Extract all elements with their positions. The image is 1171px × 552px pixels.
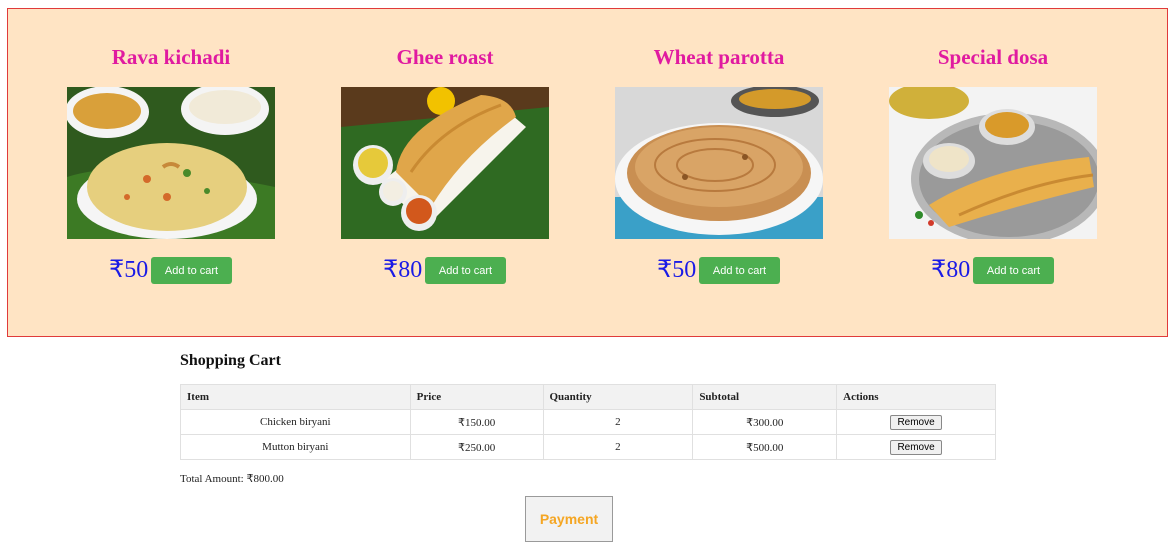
cell-price: ₹250.00 xyxy=(409,434,544,460)
total-amount: Total Amount: ₹800.00 xyxy=(180,473,284,485)
add-to-cart-button[interactable]: Add to cart xyxy=(425,257,506,284)
cart-title: Shopping Cart xyxy=(180,352,281,369)
price-row: ₹80 Add to cart xyxy=(889,256,1097,286)
price-label: ₹50 xyxy=(657,257,697,283)
cell-actions: Remove xyxy=(836,409,996,435)
column-header-price: Price xyxy=(409,384,544,410)
price-row: ₹50 Add to cart xyxy=(67,256,275,286)
column-header-subtotal: Subtotal xyxy=(692,384,838,410)
table-header-row: Item Price Quantity Subtotal Actions xyxy=(180,384,996,410)
column-header-item: Item xyxy=(180,384,411,410)
menu-item-title: Special dosa xyxy=(937,45,1049,69)
cell-item: Chicken biryani xyxy=(180,409,411,435)
ghee-roast-photo xyxy=(341,87,549,239)
shopping-cart-section: Shopping Cart Item Price Quantity Subtot… xyxy=(180,352,996,485)
price-label: ₹80 xyxy=(383,257,423,283)
menu-item-title: Ghee roast xyxy=(396,45,494,69)
cart-table: Item Price Quantity Subtotal Actions Chi… xyxy=(180,384,996,460)
price-label: ₹80 xyxy=(931,257,971,283)
menu-item-title: Wheat parotta xyxy=(653,45,785,69)
table-row: Chicken biryani ₹150.00 2 ₹300.00 Remove xyxy=(180,409,996,435)
cell-quantity: 2 xyxy=(542,409,694,435)
cell-price: ₹150.00 xyxy=(409,409,544,435)
price-row: ₹50 Add to cart xyxy=(615,256,823,286)
table-row: Mutton biryani ₹250.00 2 ₹500.00 Remove xyxy=(180,434,996,460)
wheat-parotta-photo xyxy=(615,87,823,239)
remove-button[interactable]: Remove xyxy=(890,414,942,430)
cell-actions: Remove xyxy=(836,434,996,460)
cell-item: Mutton biryani xyxy=(180,434,411,460)
price-row: ₹80 Add to cart xyxy=(341,256,549,286)
column-header-actions: Actions xyxy=(836,384,996,410)
cell-subtotal: ₹500.00 xyxy=(692,434,838,460)
menu-panel: Rava kichadi ₹50 Add to cart Ghee roast … xyxy=(7,8,1168,337)
add-to-cart-button[interactable]: Add to cart xyxy=(973,257,1054,284)
price-label: ₹50 xyxy=(109,257,149,283)
rava-kichadi-photo xyxy=(67,87,275,239)
payment-button[interactable]: Payment xyxy=(525,496,613,542)
cell-subtotal: ₹300.00 xyxy=(692,409,838,435)
column-header-quantity: Quantity xyxy=(542,384,694,410)
menu-item-title: Rava kichadi xyxy=(111,45,231,69)
special-dosa-photo xyxy=(889,87,1097,239)
add-to-cart-button[interactable]: Add to cart xyxy=(151,257,232,284)
add-to-cart-button[interactable]: Add to cart xyxy=(699,257,780,284)
cell-quantity: 2 xyxy=(542,434,694,460)
remove-button[interactable]: Remove xyxy=(890,439,942,455)
